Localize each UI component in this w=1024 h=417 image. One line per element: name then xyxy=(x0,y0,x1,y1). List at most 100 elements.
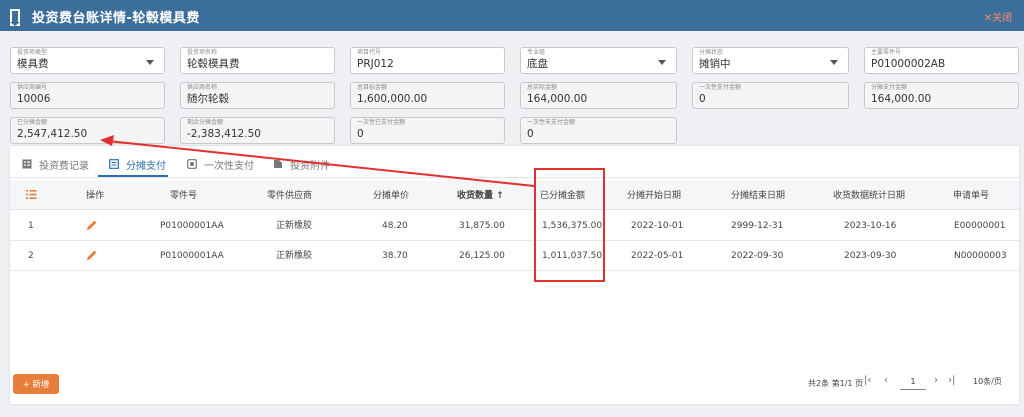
col-stat-date: 收货数据统计日期 xyxy=(833,191,906,201)
row-index: 1 xyxy=(28,221,34,231)
first-page-button[interactable]: |‹ xyxy=(864,375,871,386)
tab-label: 一次性支付 xyxy=(204,160,254,172)
cell-apply-no[interactable]: N00000003 xyxy=(954,250,1007,262)
page-size-label: 10条/页 xyxy=(973,377,1002,386)
col-unit-price: 分摊单价 xyxy=(373,191,410,201)
highlight-box xyxy=(534,168,605,282)
cell-apply-no[interactable]: E00000001 xyxy=(954,220,1006,232)
allocated-amount-field[interactable]: 已分摊金额 2,547,412.50 xyxy=(10,117,165,144)
field-label: 专业组 xyxy=(527,49,546,56)
one-time-unpaid-field[interactable]: 一次性未支付金额 0 xyxy=(520,117,677,144)
page-number-input[interactable]: 1 xyxy=(900,374,926,390)
cell-start: 2022-10-01 xyxy=(631,221,684,231)
cell-start: 2022-05-01 xyxy=(631,251,684,261)
col-apply-no: 申请单号 xyxy=(953,191,990,201)
field-value: PRJ012 xyxy=(357,58,394,70)
project-code-field[interactable]: 项目代号 PRJ012 xyxy=(350,47,505,74)
tab-investment-attachments[interactable]: 投资附件 xyxy=(273,155,330,173)
field-value: 底盘 xyxy=(527,58,548,70)
investment-name-field[interactable]: 投资项名称 轮毂模具费 xyxy=(180,47,335,74)
tab-investment-records[interactable]: 投资费记录 xyxy=(22,155,89,173)
divider xyxy=(10,177,1019,178)
col-start-date: 分摊开始日期 xyxy=(627,191,682,201)
field-value: 轮毂模具费 xyxy=(187,58,240,70)
add-button[interactable]: + 新增 xyxy=(13,374,59,394)
close-button[interactable]: ✕关闭 xyxy=(984,9,1012,24)
calendar-icon xyxy=(109,159,119,169)
table-header: 操作 零件号 零件供应商 分摊单价 收货数量 ↑ 已分摊金额 分摊开始日期 分摊… xyxy=(10,181,1019,210)
supplier-code-field[interactable]: 供应商编号 10006 xyxy=(10,82,165,109)
allocation-status-select[interactable]: 分摊状态 摊销中 xyxy=(692,47,849,74)
field-value: 164,000.00 xyxy=(871,93,932,105)
field-value: 1,600,000.00 xyxy=(357,93,428,105)
col-part-supplier: 零件供应商 xyxy=(267,191,313,201)
chevron-down-icon xyxy=(830,60,838,65)
field-label: 一次性已支付金额 xyxy=(357,119,406,126)
next-page-button[interactable]: › xyxy=(934,375,938,386)
records-icon xyxy=(22,159,32,169)
cell-stat-date: 2023-09-30 xyxy=(844,251,897,261)
specialty-group-select[interactable]: 专业组 底盘 xyxy=(520,47,677,74)
field-value: 2,547,412.50 xyxy=(17,128,88,140)
tab-label: 投资费记录 xyxy=(39,160,89,172)
field-label: 主要零件号 xyxy=(871,49,902,56)
field-label: 总目标金额 xyxy=(357,84,388,91)
title-bar: 投资费台账详情-轮毂模具费 ✕关闭 xyxy=(0,0,1024,31)
attachment-icon xyxy=(274,160,282,168)
tab-label: 投资附件 xyxy=(290,160,330,172)
field-value: 10006 xyxy=(17,93,51,105)
chevron-down-icon xyxy=(658,60,666,65)
field-label: 分摊状态 xyxy=(699,49,724,56)
cell-end: 2999-12-31 xyxy=(731,221,784,231)
field-value: -2,383,412.50 xyxy=(187,128,261,140)
field-label: 一次性未支付金额 xyxy=(527,119,576,126)
cell-stat-date: 2023-10-16 xyxy=(844,221,897,231)
field-value: 随尔轮毂 xyxy=(187,93,229,105)
tab-allocation-payment[interactable]: 分摊支付 xyxy=(109,155,166,173)
one-time-paid-field[interactable]: 一次性已支付金额 0 xyxy=(350,117,505,144)
field-value: 164,000.00 xyxy=(527,93,588,105)
field-label: 分摊支付金额 xyxy=(871,84,908,91)
table-row: 2 P01000001AA 正新橡胶 38.70 26,125.00 1,011… xyxy=(10,241,1019,271)
chevron-down-icon xyxy=(146,60,154,65)
field-label: 一次性支付金额 xyxy=(699,84,742,91)
row-index: 2 xyxy=(28,251,34,261)
field-label: 剩余分摊金额 xyxy=(187,119,224,126)
cell-price: 48.20 xyxy=(382,221,408,231)
payment-icon xyxy=(187,159,197,169)
col-action: 操作 xyxy=(86,191,105,201)
field-label: 项目代号 xyxy=(357,49,382,56)
cell-qty: 26,125.00 xyxy=(459,251,505,261)
allocated-payment-field[interactable]: 分摊支付金额 164,000.00 xyxy=(864,82,1019,109)
column-settings-icon[interactable] xyxy=(26,189,37,200)
field-value: 模具费 xyxy=(17,58,49,70)
total-actual-amount-field[interactable]: 总实际金额 164,000.00 xyxy=(520,82,677,109)
field-label: 已分摊金额 xyxy=(17,119,48,126)
cell-price: 38.70 xyxy=(382,251,408,261)
cell-supplier: 正新橡胶 xyxy=(276,221,313,231)
tab-one-time-payment[interactable]: 一次性支付 xyxy=(187,155,254,173)
field-value: 摊销中 xyxy=(699,58,731,70)
table-row: 1 P01000001AA 正新橡胶 48.20 31,875.00 1,536… xyxy=(10,211,1019,241)
edit-icon[interactable] xyxy=(86,249,98,261)
supplier-name-field[interactable]: 供应商名称 随尔轮毂 xyxy=(180,82,335,109)
col-part-number: 零件号 xyxy=(170,191,198,201)
field-label: 供应商名称 xyxy=(187,84,218,91)
edit-icon[interactable] xyxy=(86,219,98,231)
col-received-qty[interactable]: 收货数量 ↑ xyxy=(457,190,504,202)
remaining-allocation-field[interactable]: 剩余分摊金额 -2,383,412.50 xyxy=(180,117,335,144)
cell-end: 2022-09-30 xyxy=(731,251,784,261)
investment-type-select[interactable]: 投资项类型 模具费 xyxy=(10,47,165,74)
field-value: 0 xyxy=(527,128,534,140)
bookmark-icon xyxy=(10,9,20,26)
main-part-number-field[interactable]: 主要零件号 P01000002AB xyxy=(864,47,1019,74)
page-size-select[interactable]: 10条/页 xyxy=(945,374,1005,390)
cell-supplier: 正新橡胶 xyxy=(276,251,313,261)
tab-label: 分摊支付 xyxy=(126,160,166,172)
field-value: 0 xyxy=(357,128,364,140)
prev-page-button[interactable]: ‹ xyxy=(884,375,888,386)
one-time-payment-field[interactable]: 一次性支付金额 0 xyxy=(692,82,849,109)
cell-part: P01000001AA xyxy=(160,221,224,231)
field-label: 投资项名称 xyxy=(187,49,218,56)
total-target-amount-field[interactable]: 总目标金额 1,600,000.00 xyxy=(350,82,505,109)
